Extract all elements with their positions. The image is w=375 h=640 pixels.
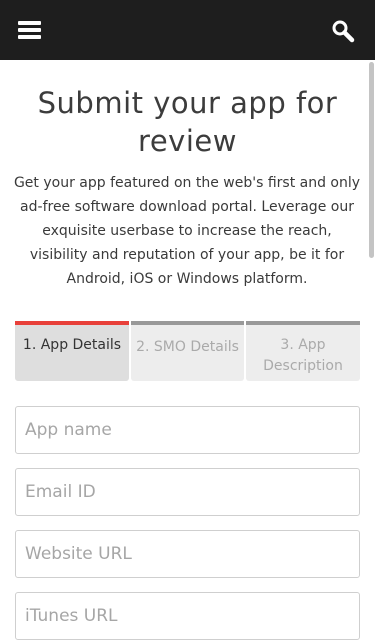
step-app-description[interactable]: 3. App Description — [246, 321, 360, 381]
intro-text: Get your app featured on the web's first… — [13, 175, 361, 287]
website-url-input[interactable] — [15, 530, 360, 578]
top-navigation-bar — [0, 0, 375, 60]
submission-steps: 1. App Details 2. SMO Details 3. App Des… — [15, 321, 360, 381]
page-scrollbar[interactable] — [368, 60, 375, 627]
step-smo-details[interactable]: 2. SMO Details — [131, 321, 244, 381]
app-name-input[interactable] — [15, 406, 360, 454]
step-app-details[interactable]: 1. App Details — [15, 321, 129, 381]
email-id-input[interactable] — [15, 468, 360, 516]
page-title: Submit your app for review — [37, 86, 338, 158]
itunes-url-input[interactable] — [15, 592, 360, 640]
scrollbar-thumb[interactable] — [369, 62, 374, 258]
hamburger-menu-icon[interactable] — [18, 20, 41, 40]
search-icon[interactable] — [331, 19, 355, 43]
